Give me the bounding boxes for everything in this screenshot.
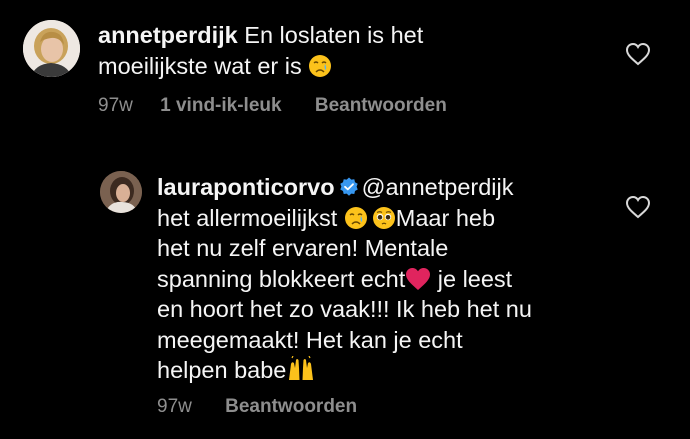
heart-icon[interactable] [625,195,651,219]
verified-badge-icon [339,177,358,196]
comment-meta: 97w 1 vind-ik-leuk Beantwoorden [98,95,447,117]
comment-body-line2a: het allermoeilijkst [157,204,344,231]
comment-body-line4b: je leest [431,265,513,292]
comment-body-line5: en hoort het zo vaak!!! Ik heb het nu [157,296,532,322]
crying-face-emoji [309,54,332,77]
comment-body-line2b: Maar heb [395,204,496,231]
avatar[interactable] [100,171,142,213]
raising-hands-emoji [289,356,314,380]
heart-icon[interactable] [625,42,651,66]
mention-link[interactable]: @annetperdijk [362,174,514,200]
comment-text: lauraponticorvo @annetperdijk het allerm… [157,172,617,386]
comment-time: 97w [98,95,133,116]
comment-meta: 97w Beantwoorden [157,396,357,418]
comment-body-line4a: spanning blokkeert echt [157,265,406,292]
avatar[interactable] [23,20,80,77]
red-heart-emoji [406,267,431,290]
pleading-face-emoji [372,206,395,229]
comment-username[interactable]: annetperdijk [98,22,238,48]
comment-username[interactable]: lauraponticorvo [157,174,335,200]
comment-body-line1: En loslaten is het [244,22,424,48]
likes-count-link[interactable]: 1 vind-ik-leuk [160,95,281,117]
crying-face-emoji [344,206,367,229]
comment-time: 97w [157,396,192,417]
comment-body-line7: helpen babe [157,357,287,383]
reply-button[interactable]: Beantwoorden [225,396,357,418]
comment-body-line6: meegemaakt! Het kan je echt [157,326,463,353]
comment-text: annetperdijk En loslaten is het moeilijk… [98,20,578,81]
comment-body-line2: moeilijkste wat er is [98,52,302,79]
comment-body-line3: het nu zelf ervaren! Mentale [157,235,449,261]
reply-button[interactable]: Beantwoorden [315,95,447,117]
